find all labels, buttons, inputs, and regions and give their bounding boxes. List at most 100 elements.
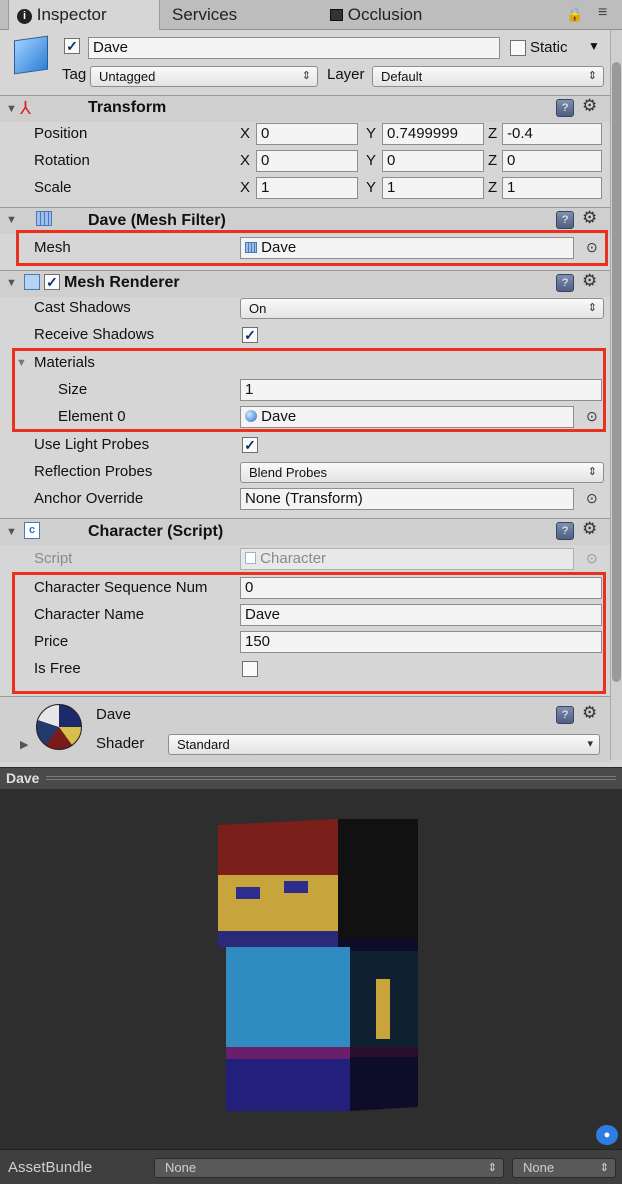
axis-x-label: X xyxy=(240,179,251,196)
material-foldout[interactable]: ▶ xyxy=(20,738,28,751)
object-name-input[interactable]: Dave xyxy=(88,37,500,59)
scale-x-input[interactable]: 1 xyxy=(256,177,358,199)
object-picker-icon[interactable]: ⊙ xyxy=(586,490,598,507)
assetbundle-label: AssetBundle xyxy=(8,1159,93,1176)
assetbundle-name-dropdown[interactable]: None ⇕ xyxy=(154,1158,504,1178)
shader-dropdown[interactable]: Standard ▾ xyxy=(168,734,600,755)
anchor-override-field[interactable]: None (Transform) xyxy=(240,488,574,510)
materials-size-input[interactable]: 1 xyxy=(240,379,602,401)
transform-foldout[interactable]: ▼ xyxy=(6,103,17,115)
mesh-renderer-enabled-checkbox[interactable]: ✓ xyxy=(44,274,60,290)
menu-icon[interactable]: ≡ xyxy=(598,4,607,22)
object-picker-icon[interactable]: ⊙ xyxy=(586,239,598,256)
is-free-checkbox[interactable] xyxy=(242,661,258,677)
cast-shadows-label: Cast Shadows xyxy=(34,299,131,316)
axis-x-label: X xyxy=(240,152,251,169)
gear-icon[interactable]: ⚙ xyxy=(582,703,597,723)
material-preview-sphere xyxy=(36,704,82,750)
preview-title: Dave xyxy=(6,770,40,786)
light-probes-checkbox[interactable]: ✓ xyxy=(242,437,258,453)
light-probes-label: Use Light Probes xyxy=(34,436,150,453)
layer-dropdown[interactable]: Default ⇕ xyxy=(372,66,604,87)
assetbundle-variant-dropdown[interactable]: None ⇕ xyxy=(512,1158,616,1178)
help-icon[interactable]: ? xyxy=(556,522,574,540)
assetbundle-bar: AssetBundle None ⇕ None ⇕ xyxy=(0,1149,622,1184)
help-icon[interactable]: ? xyxy=(556,274,574,292)
tab-services[interactable]: Services xyxy=(172,0,282,30)
axis-x-label: X xyxy=(240,125,251,142)
script-file-icon: c xyxy=(24,522,40,539)
axis-y-label: Y xyxy=(366,125,377,142)
transform-icon: ⅄ xyxy=(20,98,31,118)
gear-icon[interactable]: ⚙ xyxy=(582,519,597,539)
is-free-label: Is Free xyxy=(34,660,81,677)
gear-icon[interactable]: ⚙ xyxy=(582,271,597,291)
asset-label-tag-icon[interactable]: ● xyxy=(596,1125,618,1145)
rotation-y-input[interactable]: 0 xyxy=(382,150,484,172)
mesh-filter-title: Dave (Mesh Filter) xyxy=(88,212,226,229)
material-sphere-icon xyxy=(245,410,257,422)
occlusion-icon xyxy=(330,9,343,21)
size-label: Size xyxy=(58,381,88,398)
script-file-icon xyxy=(245,552,256,564)
scale-z-input[interactable]: 1 xyxy=(502,177,602,199)
object-picker-icon: ⊙ xyxy=(586,550,598,566)
help-icon[interactable]: ? xyxy=(556,706,574,724)
mesh-object-field[interactable]: Dave xyxy=(240,237,574,259)
materials-label: Materials xyxy=(34,354,95,371)
mesh-filter-foldout[interactable]: ▼ xyxy=(6,214,17,226)
sequence-num-label: Character Sequence Num xyxy=(34,579,208,596)
cast-shadows-dropdown[interactable]: On ⇕ xyxy=(240,298,604,319)
rotation-x-input[interactable]: 0 xyxy=(256,150,358,172)
tab-occlusion[interactable]: Occlusion xyxy=(330,0,470,30)
sequence-num-input[interactable]: 0 xyxy=(240,577,602,599)
help-icon[interactable]: ? xyxy=(556,211,574,229)
active-checkbox[interactable]: ✓ xyxy=(64,38,80,54)
character-3d-preview xyxy=(218,819,418,1111)
tab-inspector[interactable]: i Inspector xyxy=(8,0,160,30)
character-script-foldout[interactable]: ▼ xyxy=(6,526,17,538)
mesh-grid-icon xyxy=(245,242,257,253)
lock-icon[interactable]: 🔒 xyxy=(566,6,583,23)
gear-icon[interactable]: ⚙ xyxy=(582,96,597,116)
receive-shadows-checkbox[interactable]: ✓ xyxy=(242,327,258,343)
tag-dropdown[interactable]: Untagged ⇕ xyxy=(90,66,318,87)
help-icon[interactable]: ? xyxy=(556,99,574,117)
scale-y-input[interactable]: 1 xyxy=(382,177,484,199)
axis-z-label: Z xyxy=(488,125,498,142)
static-checkbox[interactable] xyxy=(510,40,526,56)
preview-title-bar[interactable]: Dave xyxy=(0,767,622,789)
transform-title: Transform xyxy=(88,99,167,116)
shader-label: Shader xyxy=(96,735,145,752)
anchor-override-label: Anchor Override xyxy=(34,490,144,507)
character-name-input[interactable]: Dave xyxy=(240,604,602,626)
scale-label: Scale xyxy=(34,179,72,196)
static-dropdown-arrow[interactable]: ▼ xyxy=(588,39,600,53)
rotation-z-input[interactable]: 0 xyxy=(502,150,602,172)
material-name: Dave xyxy=(96,706,132,723)
price-label: Price xyxy=(34,633,69,650)
element0-object-field[interactable]: Dave xyxy=(240,406,574,428)
price-input[interactable]: 150 xyxy=(240,631,602,653)
preview-viewport[interactable]: ● xyxy=(0,789,622,1149)
gear-icon[interactable]: ⚙ xyxy=(582,208,597,228)
position-z-input[interactable]: -0.4 xyxy=(502,123,602,145)
position-x-input[interactable]: 0 xyxy=(256,123,358,145)
object-picker-icon[interactable]: ⊙ xyxy=(586,408,598,425)
materials-foldout[interactable]: ▼ xyxy=(16,357,27,369)
character-script-title: Character (Script) xyxy=(88,523,224,540)
position-label: Position xyxy=(34,125,88,142)
axis-z-label: Z xyxy=(488,179,498,196)
reflection-probes-label: Reflection Probes xyxy=(34,463,153,480)
scrollbar-thumb[interactable] xyxy=(612,62,621,682)
preview-drag-handle[interactable] xyxy=(46,776,616,780)
reflection-probes-dropdown[interactable]: Blend Probes ⇕ xyxy=(240,462,604,483)
axis-y-label: Y xyxy=(366,152,377,169)
static-label: Static xyxy=(530,39,568,56)
element0-label: Element 0 xyxy=(58,408,126,425)
mesh-renderer-foldout[interactable]: ▼ xyxy=(6,277,17,289)
position-y-input[interactable]: 0.7499999 xyxy=(382,123,484,145)
script-object-field: Character xyxy=(240,548,574,570)
axis-y-label: Y xyxy=(366,179,377,196)
mesh-renderer-icon xyxy=(24,274,40,290)
